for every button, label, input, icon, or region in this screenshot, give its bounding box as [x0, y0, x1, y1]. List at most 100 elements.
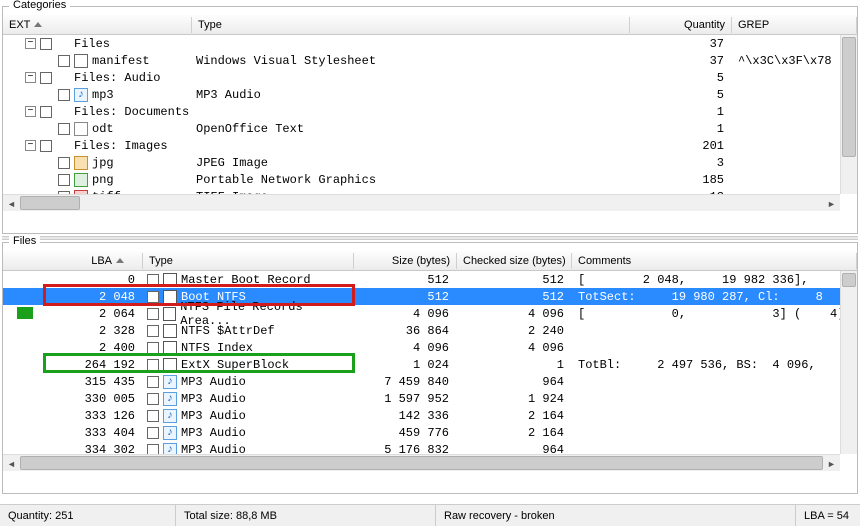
- checkbox[interactable]: [58, 89, 70, 101]
- checkbox[interactable]: [40, 106, 52, 118]
- cell-lba: 2 400: [3, 341, 143, 355]
- splitter[interactable]: [2, 236, 858, 240]
- cell-type: Master Boot Record: [181, 273, 311, 287]
- col-grep[interactable]: GREP: [732, 17, 857, 33]
- cell-size: 7 459 840: [354, 375, 457, 389]
- col-quantity[interactable]: Quantity: [630, 17, 732, 33]
- doc-icon: [74, 54, 88, 68]
- col-type[interactable]: Type: [192, 17, 630, 33]
- checkbox[interactable]: [147, 308, 159, 320]
- tree-row[interactable]: −Files37: [3, 35, 857, 52]
- checkbox[interactable]: [147, 274, 159, 286]
- table-row[interactable]: 333 404♪MP3 Audio459 7762 164: [3, 424, 857, 441]
- checkbox[interactable]: [58, 55, 70, 67]
- cell-comment: TotBl: 2 497 536, BS: 4 096,: [572, 358, 857, 372]
- status-mid: Raw recovery - broken: [436, 505, 796, 526]
- tree-qty: 1: [630, 122, 732, 136]
- scroll-left-icon[interactable]: ◄: [3, 455, 20, 471]
- checkbox[interactable]: [58, 174, 70, 186]
- cell-size: 512: [354, 273, 457, 287]
- checkbox[interactable]: [58, 157, 70, 169]
- checkbox[interactable]: [40, 140, 52, 152]
- table-row[interactable]: 333 126♪MP3 Audio142 3362 164: [3, 407, 857, 424]
- odt-icon: [74, 122, 88, 136]
- col-size[interactable]: Size (bytes): [354, 253, 457, 269]
- categories-hscroll[interactable]: ◄ ►: [3, 194, 840, 211]
- cell-checked: 4 096: [457, 341, 572, 355]
- scroll-right-icon[interactable]: ►: [823, 195, 840, 211]
- cell-size: 36 864: [354, 324, 457, 338]
- checkbox[interactable]: [147, 359, 159, 371]
- tree-label: png: [92, 173, 114, 187]
- table-row[interactable]: 2 400NTFS Index4 0964 096: [3, 339, 857, 356]
- checkbox[interactable]: [147, 376, 159, 388]
- mp3-icon: ♪: [163, 392, 177, 406]
- table-row[interactable]: 330 005 ♪ MP3 Audio 1 597 9521 924: [3, 390, 857, 407]
- tree-row[interactable]: ♪mp3MP3 Audio5: [3, 86, 857, 103]
- checkbox[interactable]: [147, 342, 159, 354]
- table-row[interactable]: 2 064NTFS File Records Area...4 0964 096…: [3, 305, 857, 322]
- checkbox[interactable]: [147, 410, 159, 422]
- raw-icon: [163, 273, 177, 287]
- expander-icon[interactable]: −: [25, 140, 36, 151]
- marker-green: [17, 307, 33, 319]
- files-vscroll[interactable]: [840, 271, 857, 454]
- table-row[interactable]: 2 328NTFS $AttrDef36 8642 240: [3, 322, 857, 339]
- checkbox[interactable]: [147, 393, 159, 405]
- tree-row[interactable]: manifestWindows Visual Stylesheet37^\x3C…: [3, 52, 857, 69]
- cell-lba: 315 435: [3, 375, 143, 389]
- checkbox[interactable]: [147, 427, 159, 439]
- tree-row[interactable]: −Files: Documents1: [3, 103, 857, 120]
- raw-icon: [163, 341, 177, 355]
- tree-row[interactable]: pngPortable Network Graphics185: [3, 171, 857, 188]
- tree-row[interactable]: odtOpenOffice Text1: [3, 120, 857, 137]
- tree-qty: 5: [630, 88, 732, 102]
- table-row[interactable]: 2 048Boot NTFS512512TotSect: 19 980 287,…: [3, 288, 857, 305]
- checkbox[interactable]: [40, 38, 52, 50]
- cell-size: 512: [354, 290, 457, 304]
- tree-qty: 37: [630, 54, 732, 68]
- cell-size: 1 597 952: [354, 392, 457, 406]
- tree-grep: ^\x3C\x3F\x78: [732, 54, 857, 68]
- col-comments[interactable]: Comments: [572, 253, 857, 269]
- cell-size: 142 336: [354, 409, 457, 423]
- expander-icon[interactable]: −: [25, 72, 36, 83]
- tree-label: jpg: [92, 156, 114, 170]
- cell-lba: 333 404: [3, 426, 143, 440]
- tree-qty: 3: [630, 156, 732, 170]
- table-row[interactable]: 0Master Boot Record512512[ 2 048, 19 982…: [3, 271, 857, 288]
- col-checked[interactable]: Checked size (bytes): [457, 253, 572, 269]
- status-bar: Quantity: 251 Total size: 88,8 MB Raw re…: [0, 504, 860, 526]
- checkbox[interactable]: [40, 72, 52, 84]
- sort-icon: [116, 258, 124, 263]
- tree-qty: 1: [630, 105, 732, 119]
- tree-row[interactable]: jpgJPEG Image3: [3, 154, 857, 171]
- sort-icon: [34, 22, 42, 27]
- files-hscroll[interactable]: ◄ ►: [3, 454, 840, 471]
- categories-vscroll[interactable]: [840, 35, 857, 194]
- scroll-right-icon[interactable]: ►: [823, 455, 840, 471]
- tree-row[interactable]: −Files: Audio5: [3, 69, 857, 86]
- expander-icon[interactable]: −: [25, 38, 36, 49]
- tree-row[interactable]: −Files: Images201: [3, 137, 857, 154]
- checkbox[interactable]: [147, 325, 159, 337]
- col-ext[interactable]: EXT: [3, 17, 192, 33]
- cell-type: NTFS $AttrDef: [181, 324, 275, 338]
- cell-lba: 330 005: [3, 392, 143, 406]
- jpg-icon: [74, 156, 88, 170]
- table-row[interactable]: 315 435♪MP3 Audio7 459 840964: [3, 373, 857, 390]
- raw-icon: [163, 307, 177, 321]
- cell-type: MP3 Audio: [181, 426, 246, 440]
- tree-type: OpenOffice Text: [192, 122, 630, 136]
- checkbox[interactable]: [58, 123, 70, 135]
- expander-icon[interactable]: −: [25, 106, 36, 117]
- col-lba[interactable]: LBA: [3, 253, 143, 269]
- cell-checked: 1 924: [457, 392, 572, 406]
- col-ftype[interactable]: Type: [143, 253, 354, 269]
- tree-label: mp3: [92, 88, 114, 102]
- scroll-left-icon[interactable]: ◄: [3, 195, 20, 211]
- table-row[interactable]: 264 192ExtX SuperBlock1 0241TotBl: 2 497…: [3, 356, 857, 373]
- mp3-icon: ♪: [163, 375, 177, 389]
- cell-size: 1 024: [354, 358, 457, 372]
- cell-type: MP3 Audio: [181, 392, 246, 406]
